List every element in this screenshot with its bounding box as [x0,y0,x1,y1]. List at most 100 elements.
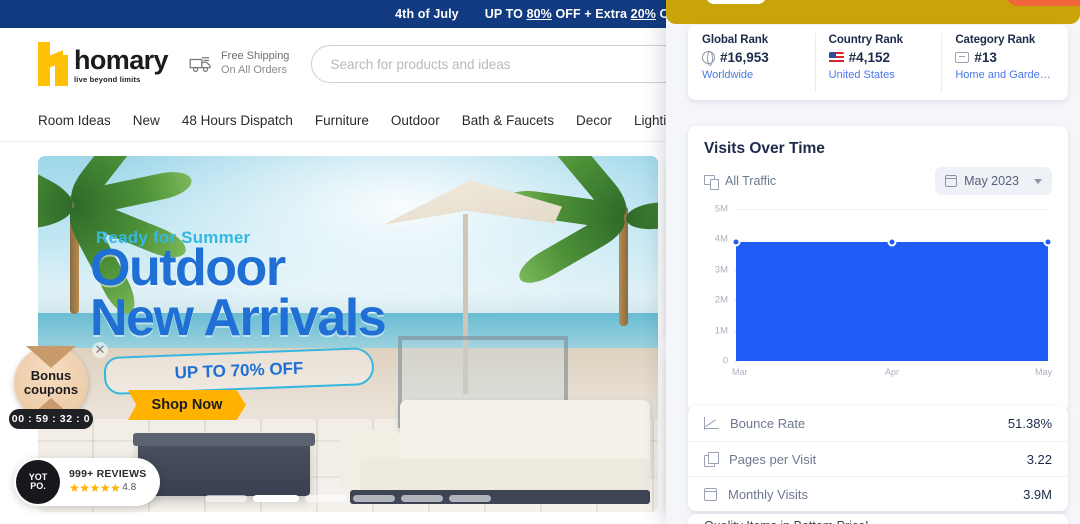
pages-per-visit-value: 3.22 [1026,451,1052,467]
y-axis-tick-label: 5M [714,203,728,215]
date-range-label: May 2023 [964,174,1019,188]
chart-data-point[interactable] [731,237,741,247]
country-rank-title: Country Rank [828,34,903,46]
y-axis-tick-label: 0 [722,355,728,367]
logo-text: homary live beyond limits [74,44,169,87]
visits-over-time-card: Visits Over Time All Traffic May 2023 5M… [688,126,1068,412]
countdown-timer: 00 : 59 : 32 : 0 [9,409,93,429]
visits-chart: 5M 4M 3M 2M 1M 0 Mar Apr May [704,203,1053,381]
globe-icon [702,51,715,66]
devices-icon [704,174,719,190]
rating-value: 4.8 [122,482,137,494]
date-range-dropdown[interactable]: May 2023 [935,167,1052,195]
metric-row-monthly-visits[interactable]: Monthly Visits 3.9M [688,476,1068,511]
hero-title-line2: New Arrivals [90,288,387,347]
screenshot-root: 4th of July UP TO 80% OFF + Extra 20% OF… [0,0,1080,524]
all-traffic-selector[interactable]: All Traffic [704,174,777,190]
reviews-rating-row: ★★★★★ 4.8 [69,481,146,496]
promo-event: 4th of July [395,7,459,21]
global-rank-column[interactable]: Global Rank #16,953 Worldwide [688,25,815,100]
all-traffic-label: All Traffic [725,174,777,188]
metric-row-pages-per-visit[interactable]: Pages per Visit 3.22 [688,441,1068,476]
nav-item-48-hours-dispatch[interactable]: 48 Hours Dispatch [182,113,293,128]
nav-item-outdoor[interactable]: Outdoor [391,113,440,128]
panel-tab-orange[interactable] [1006,0,1080,6]
star-rating-icon: ★★★★★ [69,481,121,496]
bounce-rate-value: 51.38% [1007,416,1052,431]
hero-discount-ribbon: UP TO 70% OFF [103,346,375,396]
chart-data-point[interactable] [887,237,897,247]
carousel-dot-4[interactable] [353,495,395,502]
y-axis-tick-label: 1M [714,325,728,337]
monthly-visits-label: Monthly Visits [728,486,808,502]
category-rank-title: Category Rank [955,34,1036,46]
metrics-list: Bounce Rate 51.38% Pages per Visit 3.22 … [688,406,1068,511]
shipping-line2: On All Orders [220,64,287,76]
category-rank-value-row: #13 [955,50,1068,65]
pages-icon [704,452,719,467]
reviews-count: 999+ REVIEWS [69,467,147,480]
bottom-strip-text: Quality Items in Bottom Price! [688,514,1068,524]
country-rank-value-row: #4,152 [828,50,942,65]
yotpo-logo-icon: YOT PO. [16,460,60,504]
chart-area-fill [736,242,1048,361]
y-axis-tick-label: 4M [714,233,728,245]
shipping-line1: Free Shipping [220,50,290,63]
panel-topbar [666,0,1080,24]
promo-pct-80: 80% [526,7,552,21]
truck-icon [189,57,211,73]
metric-row-bounce-rate[interactable]: Bounce Rate 51.38% [688,406,1068,441]
bonus-coupons-label: Bonus coupons [23,368,79,397]
pages-per-visit-left: Pages per Visit [704,452,816,467]
category-rank-value: #13 [974,50,997,65]
carousel-dot-6[interactable] [449,495,491,502]
shop-now-button[interactable]: Shop Now [128,390,246,420]
y-axis-tick-label: 2M [714,294,728,306]
carousel-dot-1[interactable] [205,495,247,502]
y-axis-tick-label: 3M [714,264,728,276]
rank-summary-card: Global Rank #16,953 Worldwide Country Ra… [688,25,1068,100]
chevron-down-icon [1034,178,1042,184]
close-icon[interactable]: ✕ [92,342,108,358]
similarweb-extension-panel: Global Rank #16,953 Worldwide Country Ra… [666,0,1080,524]
country-rank-sub[interactable]: United States [829,69,942,81]
carousel-pagination[interactable] [205,495,491,502]
logo-name: homary [74,44,169,75]
nav-item-bath-faucets[interactable]: Bath & Faucets [462,113,554,128]
nav-item-new[interactable]: New [133,113,160,128]
x-axis-tick-label: May [1034,367,1052,377]
category-rank-column[interactable]: Category Rank #13 Home and Garde… [941,25,1068,100]
logo-tagline: live beyond limits [74,74,141,84]
coffee-table [133,433,315,496]
calendar-icon [944,175,958,187]
panel-tab-white[interactable] [706,0,766,4]
reviews-summary: 999+ REVIEWS ★★★★★ 4.8 [69,468,146,496]
global-rank-value-row: #16,953 [702,50,815,66]
hero-discount-text: UP TO 70% OFF [174,358,304,383]
carousel-dot-3[interactable] [305,495,347,502]
folder-icon [955,52,970,63]
chart-data-point[interactable] [1043,237,1053,247]
nav-item-decor[interactable]: Decor [576,113,612,128]
yotpo-reviews-widget[interactable]: YOT PO. 999+ REVIEWS ★★★★★ 4.8 [14,458,161,506]
bounce-rate-label: Bounce Rate [730,416,806,431]
country-rank-value: #4,152 [848,50,890,65]
global-rank-sub[interactable]: Worldwide [702,69,815,81]
nav-item-furniture[interactable]: Furniture [315,113,369,128]
global-rank-title: Global Rank [702,34,768,46]
carousel-dot-2[interactable] [253,495,299,502]
nav-item-room-ideas[interactable]: Room Ideas [38,113,111,128]
country-rank-column[interactable]: Country Rank #4,152 United States [814,25,942,100]
homary-logo-icon [38,42,68,86]
category-rank-sub[interactable]: Home and Garde… [955,69,1068,81]
x-axis-tick-label: Apr [884,367,900,377]
homary-logo[interactable]: homary live beyond limits [38,42,169,87]
chart-gridline [734,209,1048,210]
patio-umbrella [372,180,562,394]
visits-title: Visits Over Time [704,140,825,157]
promo-offer: UP TO 80% OFF + Extra 20% OFF [484,7,685,21]
carousel-dot-5[interactable] [401,495,443,502]
y-axis-tick [734,361,739,362]
shipping-text: Free Shipping On All Orders [221,50,290,78]
pages-per-visit-label: Pages per Visit [729,451,817,467]
